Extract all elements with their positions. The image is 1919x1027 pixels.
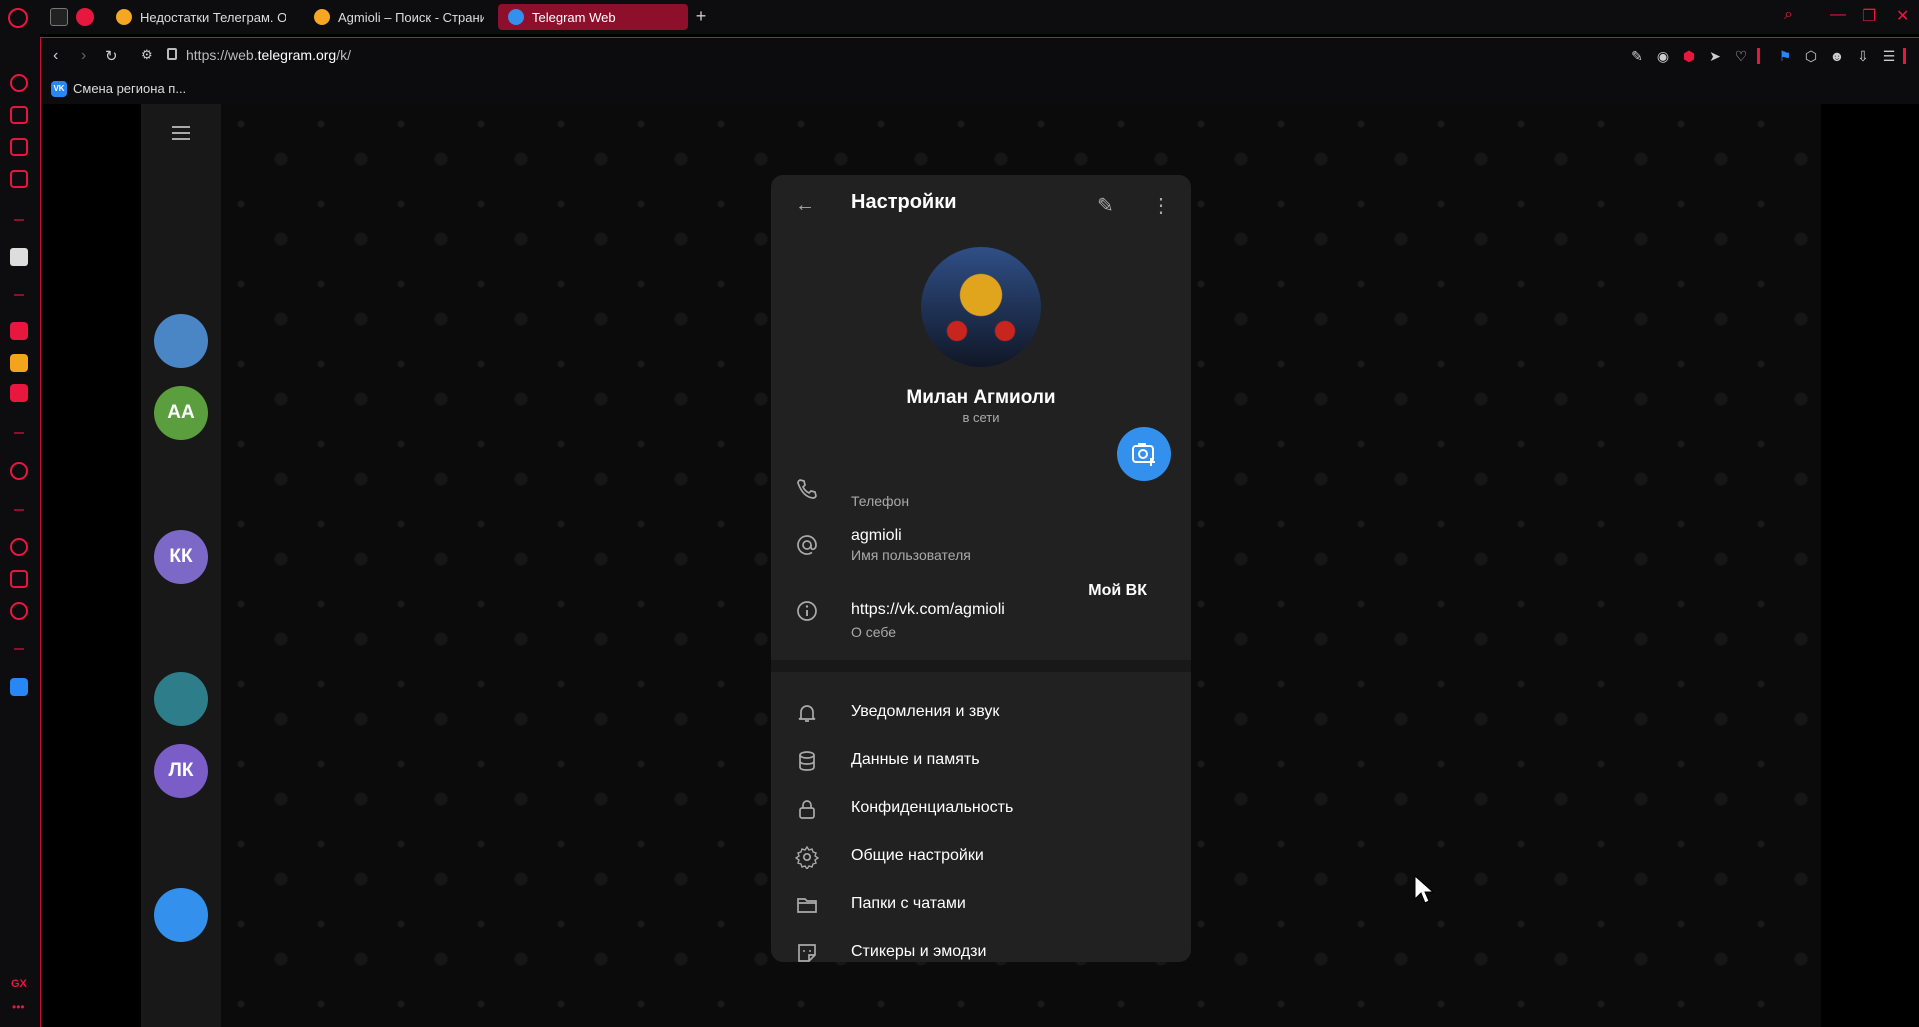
flag-icon[interactable]: ⚑ xyxy=(1777,48,1793,64)
easy-setup-icon[interactable]: ☰ xyxy=(1881,48,1897,64)
download-icon[interactable]: ⇩ xyxy=(1855,48,1871,64)
opera-logo-icon[interactable] xyxy=(8,8,28,28)
gx-corner-icon[interactable] xyxy=(10,138,28,156)
bookmarks-bar: VK Смена региона п... xyxy=(41,74,1919,104)
telegram-favicon-icon xyxy=(508,9,524,25)
back-arrow-icon[interactable]: ← xyxy=(795,195,815,215)
chat-avatar[interactable]: ЛК xyxy=(154,744,208,798)
camera-add-icon xyxy=(1132,443,1155,466)
settings-title: Настройки xyxy=(851,191,957,213)
back-icon[interactable]: ‹ xyxy=(53,47,58,65)
url-field[interactable]: https://web.telegram.org/k/ xyxy=(186,47,351,63)
mail-icon[interactable] xyxy=(10,354,28,372)
at-icon xyxy=(797,535,817,555)
heart-icon[interactable]: ♡ xyxy=(1733,48,1749,64)
tab-favicon-icon xyxy=(116,9,132,25)
search-tabs-icon[interactable]: ⌕ xyxy=(1784,6,1793,24)
chat-avatar[interactable]: КК xyxy=(154,530,208,584)
player-icon[interactable] xyxy=(10,462,28,480)
edit-pencil-icon[interactable]: ✎ xyxy=(1097,193,1114,218)
tab-label: Недостатки Телеграм. От xyxy=(140,9,286,25)
phone-icon xyxy=(797,479,817,499)
chat-avatar[interactable] xyxy=(154,672,208,726)
set-photo-button[interactable] xyxy=(1117,427,1171,481)
profile-name: Милан Агмиоли xyxy=(906,387,1056,408)
tab-3-active[interactable]: Telegram Web xyxy=(498,4,688,30)
profile-icon[interactable]: ☻ xyxy=(1829,48,1845,64)
chat-avatar[interactable] xyxy=(154,888,208,942)
info-label: Имя пользователя xyxy=(851,547,971,563)
profile-status: в сети xyxy=(962,410,1000,425)
snapshot-icon[interactable]: ✎ xyxy=(1629,48,1645,64)
lock-icon xyxy=(167,48,177,60)
chat-avatar[interactable] xyxy=(154,314,208,368)
translate-icon[interactable] xyxy=(10,678,28,696)
info-value: agmioli xyxy=(851,527,902,544)
bell-icon xyxy=(798,705,816,722)
new-tab-plus-icon[interactable]: + xyxy=(692,7,710,25)
vpn-icon[interactable] xyxy=(76,8,94,26)
profile-photo[interactable] xyxy=(921,247,1041,367)
gx-control-icon[interactable] xyxy=(10,106,28,124)
forward-icon[interactable]: › xyxy=(81,47,86,65)
info-icon xyxy=(797,601,817,621)
menu-label: Папки с чатами xyxy=(851,895,966,912)
menu-general[interactable]: Общие настройки xyxy=(771,833,1191,881)
menu-data-storage[interactable]: Данные и память xyxy=(771,737,1191,785)
extensions-icon[interactable] xyxy=(10,570,28,588)
close-window-icon[interactable]: ✕ xyxy=(1896,6,1909,26)
menu-privacy[interactable]: Конфиденциальность xyxy=(771,785,1191,833)
menu-stickers[interactable]: Стикеры и эмодзи xyxy=(771,929,1191,962)
menu-notifications[interactable]: Уведомления и звук xyxy=(771,689,1191,737)
opera-sidebar: GX ••• xyxy=(0,34,40,1027)
lock-icon xyxy=(799,800,815,819)
chat-avatar[interactable]: АА xyxy=(154,386,208,440)
speed-dial-icon[interactable] xyxy=(10,74,28,92)
calendar-icon[interactable] xyxy=(10,384,28,402)
reload-icon[interactable]: ↻ xyxy=(105,47,118,65)
mouse-cursor-icon xyxy=(1414,875,1434,904)
folder-icon xyxy=(797,898,817,913)
tab-1[interactable]: Недостатки Телеграм. От xyxy=(106,4,286,30)
address-bar: ‹ › ↻ ⚙ https://web.telegram.org/k/ ✎ ◉ … xyxy=(41,38,1919,74)
site-settings-icon[interactable]: ⚙ xyxy=(141,47,153,63)
tab-favicon-icon xyxy=(314,9,330,25)
vk-bookmark-icon[interactable]: VK xyxy=(51,81,67,97)
browser-tab-bar: Недостатки Телеграм. От Agmioli – Поиск … xyxy=(0,0,1919,34)
tab-label: Telegram Web xyxy=(532,9,616,25)
menu-label: Данные и память xyxy=(851,751,980,768)
camera-icon[interactable]: ◉ xyxy=(1655,48,1671,64)
more-vertical-icon[interactable]: ⋮ xyxy=(1151,193,1171,218)
ai-icon[interactable] xyxy=(10,248,28,266)
gmail-icon[interactable] xyxy=(10,170,28,188)
menu-label: Стикеры и эмодзи xyxy=(851,943,987,960)
menu-label: Конфиденциальность xyxy=(851,799,1014,816)
database-icon xyxy=(799,751,815,771)
info-label: О себе xyxy=(851,624,897,640)
info-label: Телефон xyxy=(851,493,910,509)
hamburger-menu-icon[interactable] xyxy=(172,126,190,140)
gamepad-icon[interactable] xyxy=(50,8,68,26)
menu-label: Общие настройки xyxy=(851,847,984,864)
history-icon[interactable] xyxy=(10,538,28,556)
tab-2[interactable]: Agmioli – Поиск - Страниц xyxy=(304,4,484,30)
bookmark-label[interactable]: Смена региона п... xyxy=(73,81,186,96)
sticker-icon xyxy=(798,944,816,962)
cube-icon[interactable]: ⬡ xyxy=(1803,48,1819,64)
minimize-icon[interactable]: — xyxy=(1830,6,1846,24)
menu-chat-folders[interactable]: Папки с чатами xyxy=(771,881,1191,929)
bio-title: Мой ВК xyxy=(1088,582,1147,599)
send-icon[interactable]: ➤ xyxy=(1707,48,1723,64)
info-value: https://vk.com/agmioli xyxy=(851,601,1005,618)
menu-label: Уведомления и звук xyxy=(851,703,1000,720)
settings-gear-icon[interactable] xyxy=(10,602,28,620)
more-dots-icon[interactable]: ••• xyxy=(12,1000,25,1014)
gear-icon xyxy=(795,845,819,869)
restore-icon[interactable]: ❐ xyxy=(1862,6,1876,26)
settings-panel: ← Настройки ✎ ⋮ Милан Агмиоли в сети Тел… xyxy=(771,175,1191,962)
gx-label[interactable]: GX xyxy=(11,978,27,990)
adblock-icon[interactable]: ⬢ xyxy=(1681,48,1697,64)
tab-label: Agmioli – Поиск - Страниц xyxy=(338,9,484,25)
yandex-icon[interactable] xyxy=(10,322,28,340)
